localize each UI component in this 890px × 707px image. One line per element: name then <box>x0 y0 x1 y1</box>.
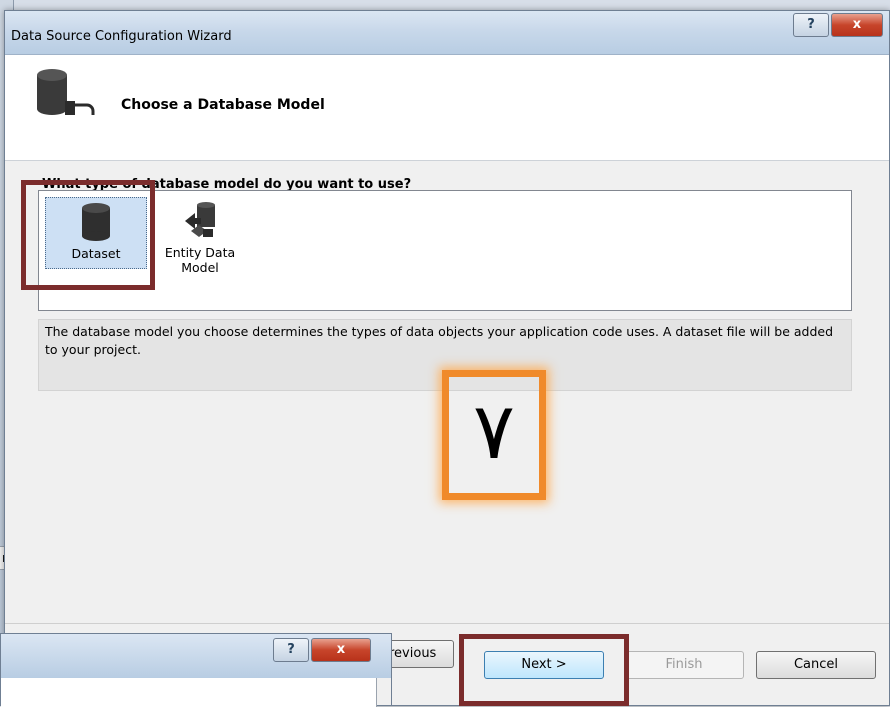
wizard-header: Choose a Database Model <box>5 55 889 161</box>
model-option-label: Dataset <box>71 246 121 261</box>
background-help-button[interactable]: ? <box>273 638 309 662</box>
previous-button[interactable]: revious <box>384 640 454 668</box>
model-option-entity-data-model[interactable]: Entity Data Model <box>151 197 249 275</box>
dialog-title: Data Source Configuration Wizard <box>11 29 232 44</box>
wizard-dialog: Data Source Configuration Wizard ? x Cho… <box>4 10 890 706</box>
next-button[interactable]: Next > <box>484 651 604 679</box>
background-dialog-body <box>1 678 377 707</box>
dialog-titlebar: Data Source Configuration Wizard ? x <box>5 11 889 55</box>
step-annotation: ٧ <box>442 370 546 500</box>
database-connection-icon <box>37 69 95 115</box>
model-list: Dataset Entity Data Model <box>38 190 852 311</box>
model-option-dataset[interactable]: Dataset <box>45 197 147 269</box>
database-icon <box>82 203 110 241</box>
close-button[interactable]: x <box>831 13 883 37</box>
background-dialog-titlebar: ? x <box>1 634 391 678</box>
footer-divider <box>5 623 889 624</box>
cancel-button[interactable]: Cancel <box>756 651 876 679</box>
entity-model-icon <box>185 202 215 237</box>
background-dialog: ? x <box>0 633 392 707</box>
background-close-button[interactable]: x <box>311 638 371 662</box>
finish-button[interactable]: Finish <box>624 651 744 679</box>
page-title: Choose a Database Model <box>121 97 325 113</box>
help-button[interactable]: ? <box>793 13 829 37</box>
model-option-label: Entity Data Model <box>164 245 236 275</box>
